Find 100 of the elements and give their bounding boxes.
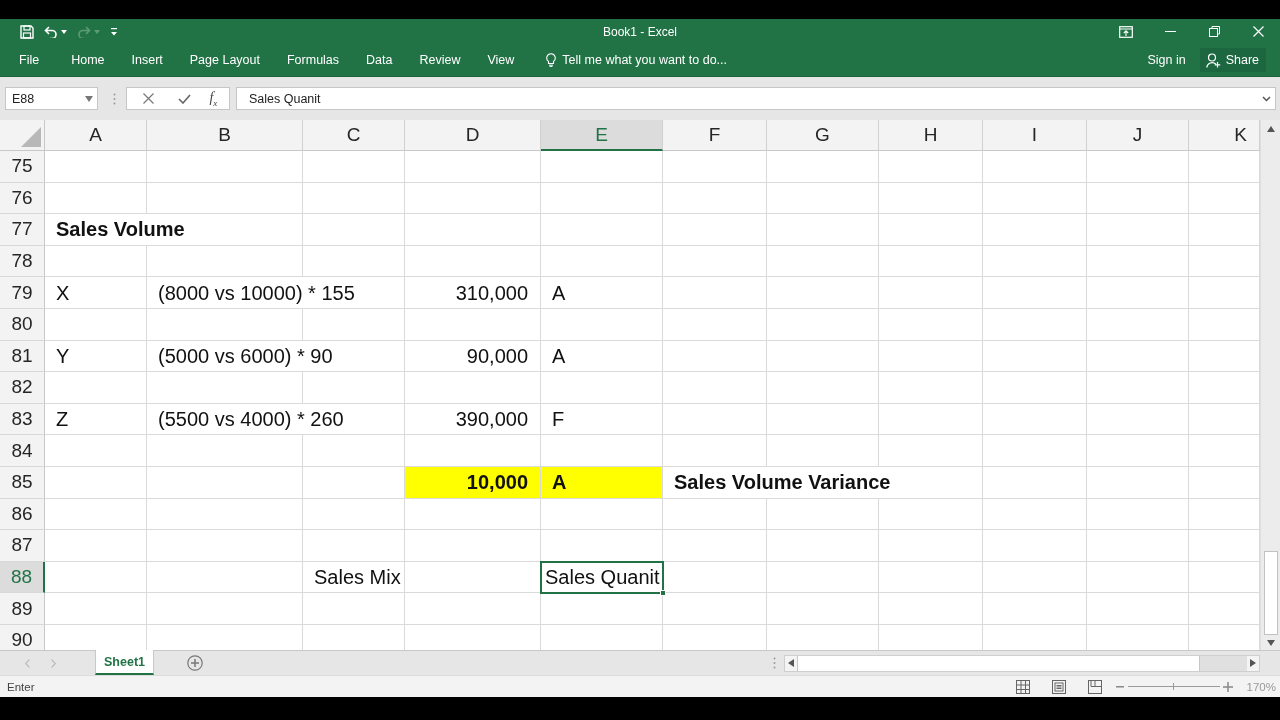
column-header[interactable]: A: [45, 120, 147, 151]
sheet-cell[interactable]: [45, 498, 147, 531]
sheet-cell[interactable]: [879, 435, 983, 467]
sheet-cell[interactable]: [663, 340, 767, 373]
sheet-cell[interactable]: [45, 372, 147, 404]
sheet-cell[interactable]: [767, 340, 879, 373]
sign-in-link[interactable]: Sign in: [1143, 53, 1190, 67]
sheet-cell[interactable]: [1087, 245, 1189, 278]
sheet-cell[interactable]: [303, 435, 405, 467]
ribbon-tab[interactable]: Page Layout: [176, 48, 273, 72]
sheet-cell[interactable]: [1087, 593, 1189, 625]
sheet-cell[interactable]: Sales Mix: [303, 561, 405, 594]
sheet-cell[interactable]: (8000 vs 10000) * 155: [147, 277, 405, 309]
sheet-cell[interactable]: [663, 214, 767, 246]
sheet-cell[interactable]: [147, 151, 303, 183]
sheet-cell[interactable]: [983, 403, 1087, 436]
sheet-cell[interactable]: [1087, 466, 1189, 499]
ribbon-tab[interactable]: Formulas: [273, 48, 353, 72]
insert-function-button[interactable]: f$_{x}$: [207, 88, 220, 109]
add-sheet-button[interactable]: [185, 653, 205, 673]
column-header[interactable]: I: [983, 120, 1087, 151]
sheet-cell[interactable]: [879, 530, 983, 562]
horizontal-scrollbar[interactable]: [784, 654, 1260, 672]
sheet-cell[interactable]: 390,000: [405, 403, 541, 436]
sheet-cell[interactable]: [1087, 277, 1189, 309]
sheet-cell[interactable]: (5000 vs 6000) * 90: [147, 340, 405, 373]
sheet-cell[interactable]: [1087, 214, 1189, 246]
sheet-cell[interactable]: [663, 372, 767, 404]
sheet-cell[interactable]: [45, 593, 147, 625]
sheet-cell[interactable]: [767, 498, 879, 531]
sheet-cell[interactable]: [541, 435, 663, 467]
row-header[interactable]: 83: [0, 403, 45, 436]
sheet-cell[interactable]: X: [45, 277, 147, 309]
vertical-scrollbar[interactable]: [1260, 120, 1280, 650]
column-header[interactable]: J: [1087, 120, 1189, 151]
sheet-cell[interactable]: [147, 530, 303, 562]
sheet-cell[interactable]: [983, 593, 1087, 625]
sheet-cell[interactable]: [983, 498, 1087, 531]
sheet-cell[interactable]: [405, 182, 541, 215]
scrollbar-thumb[interactable]: [797, 655, 1200, 671]
highlighted-cell[interactable]: A: [541, 466, 663, 499]
sheet-cell[interactable]: [405, 435, 541, 467]
sheet-cell[interactable]: [1087, 498, 1189, 531]
sheet-cell[interactable]: [879, 214, 983, 246]
name-box[interactable]: E88: [5, 87, 98, 110]
sheet-cell[interactable]: [663, 530, 767, 562]
row-header[interactable]: 85: [0, 466, 45, 499]
sheet-cell[interactable]: [879, 308, 983, 341]
sheet-cell[interactable]: [663, 561, 767, 594]
sheet-cell[interactable]: [1087, 340, 1189, 373]
sheet-cell[interactable]: [147, 593, 303, 625]
sheet-cell[interactable]: [541, 214, 663, 246]
sheet-cell[interactable]: [663, 435, 767, 467]
scroll-left-button[interactable]: [785, 655, 797, 671]
sheet-cell[interactable]: [1087, 561, 1189, 594]
sheet-cell[interactable]: [303, 245, 405, 278]
ribbon-tab[interactable]: Data: [353, 48, 406, 72]
sheet-cell[interactable]: (5500 vs 4000) * 260: [147, 403, 405, 436]
sheet-cell[interactable]: [541, 498, 663, 531]
sheet-cell[interactable]: [45, 151, 147, 183]
sheet-cell[interactable]: [303, 182, 405, 215]
sheet-cell[interactable]: [983, 182, 1087, 215]
scrollbar-thumb[interactable]: [1263, 551, 1278, 635]
row-header[interactable]: 75: [0, 151, 45, 183]
sheet-cell[interactable]: [879, 245, 983, 278]
sheet-cell[interactable]: [45, 182, 147, 215]
sheet-cell[interactable]: [303, 151, 405, 183]
ribbon-tab[interactable]: Insert: [118, 48, 176, 72]
select-all-button[interactable]: [0, 120, 45, 151]
row-header[interactable]: 90: [0, 624, 45, 650]
row-header[interactable]: 79: [0, 277, 45, 309]
row-header[interactable]: 77: [0, 214, 45, 246]
sheet-cell[interactable]: [45, 435, 147, 467]
sheet-cell[interactable]: [45, 308, 147, 341]
row-header[interactable]: 76: [0, 182, 45, 215]
sheet-cell[interactable]: [147, 182, 303, 215]
sheet-cell[interactable]: [541, 372, 663, 404]
sheet-cell[interactable]: [983, 530, 1087, 562]
row-header[interactable]: 84: [0, 435, 45, 467]
sheet-cell[interactable]: Sales Volume Variance: [663, 466, 983, 499]
sheet-cell[interactable]: [1087, 182, 1189, 215]
sheet-cell[interactable]: [983, 435, 1087, 467]
sheet-cell[interactable]: [767, 372, 879, 404]
sheet-cell[interactable]: [405, 214, 541, 246]
sheet-cell[interactable]: [879, 151, 983, 183]
sheet-cell[interactable]: [983, 340, 1087, 373]
sheet-cell[interactable]: [303, 372, 405, 404]
sheet-cell[interactable]: [879, 561, 983, 594]
sheet-cell[interactable]: [541, 593, 663, 625]
sheet-cell[interactable]: Z: [45, 403, 147, 436]
sheet-cell[interactable]: [303, 593, 405, 625]
active-cell[interactable]: Sales Quanit: [541, 561, 663, 594]
ribbon-tab[interactable]: View: [474, 48, 528, 72]
fill-handle[interactable]: [660, 590, 666, 597]
sheet-cell[interactable]: [767, 308, 879, 341]
ribbon-tab[interactable]: Review: [406, 48, 474, 72]
sheet-cell[interactable]: [663, 151, 767, 183]
sheet-cell[interactable]: [1087, 372, 1189, 404]
sheet-cell[interactable]: [45, 561, 147, 594]
sheet-cell[interactable]: [405, 530, 541, 562]
